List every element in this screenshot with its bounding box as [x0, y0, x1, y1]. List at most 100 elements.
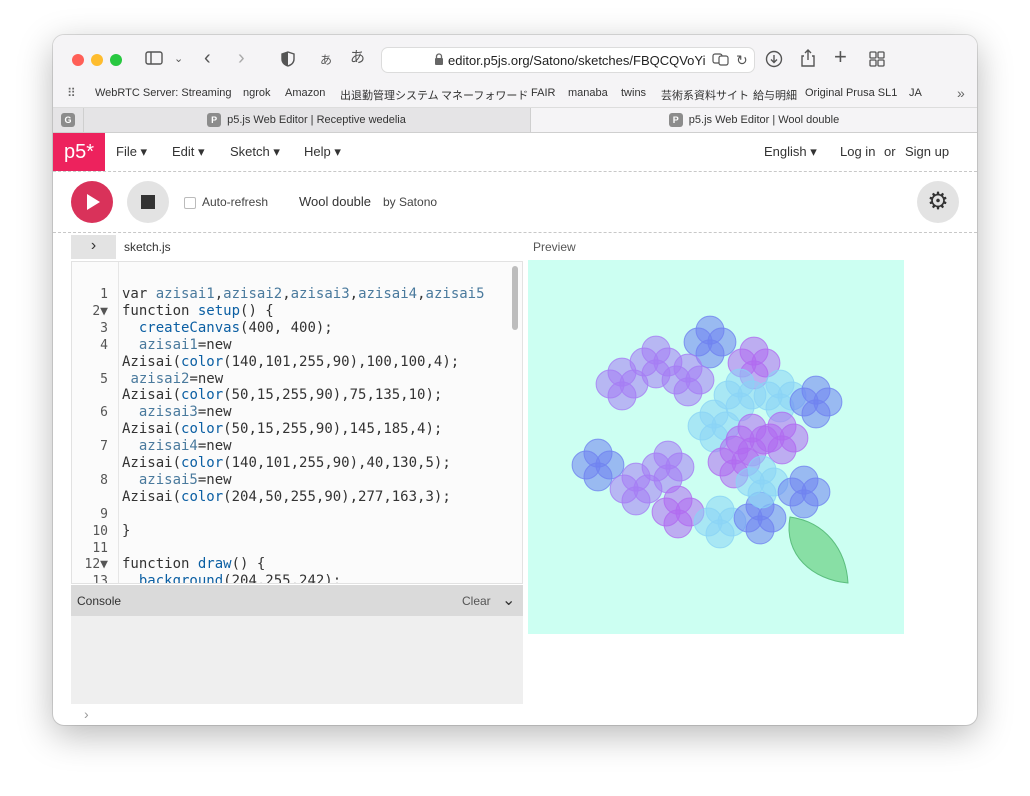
- line-number: 1: [100, 287, 108, 302]
- reader-small-a[interactable]: あ: [320, 51, 332, 69]
- settings-button[interactable]: ⚙: [917, 181, 959, 223]
- console-input-row[interactable]: ›: [71, 704, 523, 725]
- line-number: 9: [100, 506, 108, 522]
- preview-canvas[interactable]: [528, 260, 904, 634]
- chevron-down-icon[interactable]: ⌄: [174, 50, 183, 68]
- bookmark-item[interactable]: Amazon: [285, 87, 325, 99]
- zoom-window-button[interactable]: [110, 54, 122, 66]
- code-line: azisai5=new: [138, 471, 232, 488]
- line-number: 11: [92, 540, 108, 556]
- console-prompt-icon: ›: [84, 706, 89, 722]
- hydrangea-petal: [571, 450, 601, 480]
- bookmark-item[interactable]: 芸術系資料サイト: [661, 87, 749, 103]
- p5-logo[interactable]: p5*: [53, 133, 105, 171]
- pinned-tab[interactable]: G: [53, 108, 84, 132]
- code-line: background(204,255,242);: [138, 573, 342, 584]
- tab-label: p5.js Web Editor | Wool double: [688, 114, 840, 126]
- code-editor[interactable]: 1 var azisai1,azisai2,azisai3,azisai4,azi…: [71, 261, 523, 584]
- share-icon[interactable]: [800, 48, 816, 73]
- reload-icon[interactable]: ↻: [736, 51, 748, 69]
- code-line: azisai4=new: [138, 438, 232, 455]
- sidebar-icon[interactable]: [145, 51, 163, 70]
- hydrangea-petal: [753, 381, 783, 411]
- hydrangea-petal: [733, 503, 763, 533]
- bookmark-item[interactable]: 給与明細: [753, 87, 797, 103]
- browser-toolbar: ⌄ ‹ › あ あ editor.p5js.org/Satono/sketche…: [53, 35, 977, 83]
- console-clear-button[interactable]: Clear: [462, 594, 491, 608]
- lock-icon: [434, 53, 444, 71]
- line-number: 2▼: [92, 303, 108, 319]
- bookmark-item[interactable]: twins: [621, 87, 646, 99]
- code-line: createCanvas(400, 400);: [138, 319, 333, 336]
- minimize-window-button[interactable]: [91, 54, 103, 66]
- close-window-button[interactable]: [72, 54, 84, 66]
- url-text: editor.p5js.org/Satono/sketches/FBQCQVoY…: [448, 53, 706, 68]
- hydrangea-petal: [641, 452, 671, 482]
- more-bookmarks-icon[interactable]: »: [957, 85, 965, 101]
- preview-label: Preview: [533, 240, 576, 254]
- line-number: 12▼: [84, 557, 108, 573]
- login-link[interactable]: Log in: [840, 144, 875, 159]
- p5-favicon: P: [668, 113, 683, 128]
- console-body: ›: [71, 616, 523, 725]
- code-line: azisai3=new: [138, 404, 232, 421]
- translate-icon[interactable]: [712, 52, 730, 71]
- hydrangea-petal: [707, 447, 737, 477]
- address-bar[interactable]: editor.p5js.org/Satono/sketches/FBQCQVoY…: [381, 47, 755, 73]
- bookmark-item[interactable]: WebRTC Server: Streaming: [95, 87, 232, 99]
- hydrangea-petal: [777, 477, 807, 507]
- hydrangea-petal: [735, 467, 765, 497]
- auto-refresh-checkbox[interactable]: [184, 197, 196, 209]
- tab-strip: G Pp5.js Web Editor | Receptive wedelia …: [53, 108, 977, 133]
- collapse-console-icon[interactable]: ⌄: [502, 590, 515, 610]
- hydrangea-petal: [687, 411, 717, 441]
- p5-nav: p5* File ▾ Edit ▾ Sketch ▾ Help ▾ Englis…: [53, 133, 977, 172]
- play-button[interactable]: [71, 181, 113, 223]
- download-icon[interactable]: [765, 50, 783, 73]
- bookmark-item[interactable]: マネーフォワード: [441, 87, 528, 103]
- sketch-author[interactable]: by Satono: [383, 195, 437, 209]
- code-line: var azisai1,azisai2,azisai3,azisai4,azis…: [122, 286, 485, 302]
- console-title: Console: [77, 594, 122, 608]
- code-line: Azisai(color(140,101,255,90),40,130,5);: [122, 455, 451, 471]
- tab-label: p5.js Web Editor | Receptive wedelia: [227, 114, 406, 126]
- new-tab-icon[interactable]: +: [834, 46, 847, 68]
- hydrangea-petal: [755, 423, 785, 453]
- line-number: 6: [100, 405, 108, 421]
- hydrangea-petal: [629, 347, 659, 377]
- bookmarks-bar: ⠿ WebRTC Server: Streaming ngrok Amazon …: [53, 83, 977, 108]
- menu-sketch[interactable]: Sketch ▾: [230, 144, 280, 160]
- bookmark-item[interactable]: ngrok: [243, 87, 271, 99]
- line-number: 5: [100, 371, 108, 387]
- hydrangea-petal: [683, 327, 713, 357]
- code-line: Azisai(color(50,15,255,90),145,185,4);: [122, 421, 443, 438]
- signup-link[interactable]: Sign up: [905, 144, 949, 159]
- tab-overview-icon[interactable]: [869, 51, 885, 72]
- bookmark-item[interactable]: manaba: [568, 87, 608, 99]
- bookmark-item[interactable]: JA: [909, 87, 922, 99]
- menu-file[interactable]: File ▾: [116, 144, 147, 160]
- language-select[interactable]: English ▾: [764, 144, 817, 160]
- editor-scrollbar[interactable]: [512, 266, 518, 330]
- bookmark-item[interactable]: FAIR: [531, 87, 555, 99]
- forward-icon[interactable]: ›: [238, 48, 245, 68]
- bookmark-item[interactable]: Original Prusa SL1: [805, 87, 897, 99]
- tab-wool-double[interactable]: Pp5.js Web Editor | Wool double: [531, 108, 977, 132]
- shield-icon[interactable]: [281, 51, 295, 72]
- apps-grid-icon[interactable]: ⠿: [67, 86, 76, 100]
- stop-button[interactable]: [127, 181, 169, 223]
- menu-help[interactable]: Help ▾: [304, 144, 341, 160]
- line-number: 10: [92, 523, 108, 539]
- menu-edit[interactable]: Edit ▾: [172, 144, 205, 160]
- console-header: Console Clear ⌄: [71, 585, 523, 616]
- tab-receptive-wedelia[interactable]: Pp5.js Web Editor | Receptive wedelia: [83, 108, 531, 132]
- sketch-name[interactable]: Wool double: [299, 194, 371, 209]
- expand-sidebar-button[interactable]: ›: [71, 235, 116, 259]
- file-bar: › sketch.js: [71, 235, 523, 259]
- reader-large-a[interactable]: あ: [350, 49, 365, 67]
- bookmark-item[interactable]: 出退勤管理システム: [340, 87, 439, 103]
- code-line: function draw() {: [122, 556, 266, 573]
- hydrangea-petal: [661, 365, 691, 395]
- hydrangea-petal: [713, 380, 743, 410]
- back-icon[interactable]: ‹: [204, 48, 211, 68]
